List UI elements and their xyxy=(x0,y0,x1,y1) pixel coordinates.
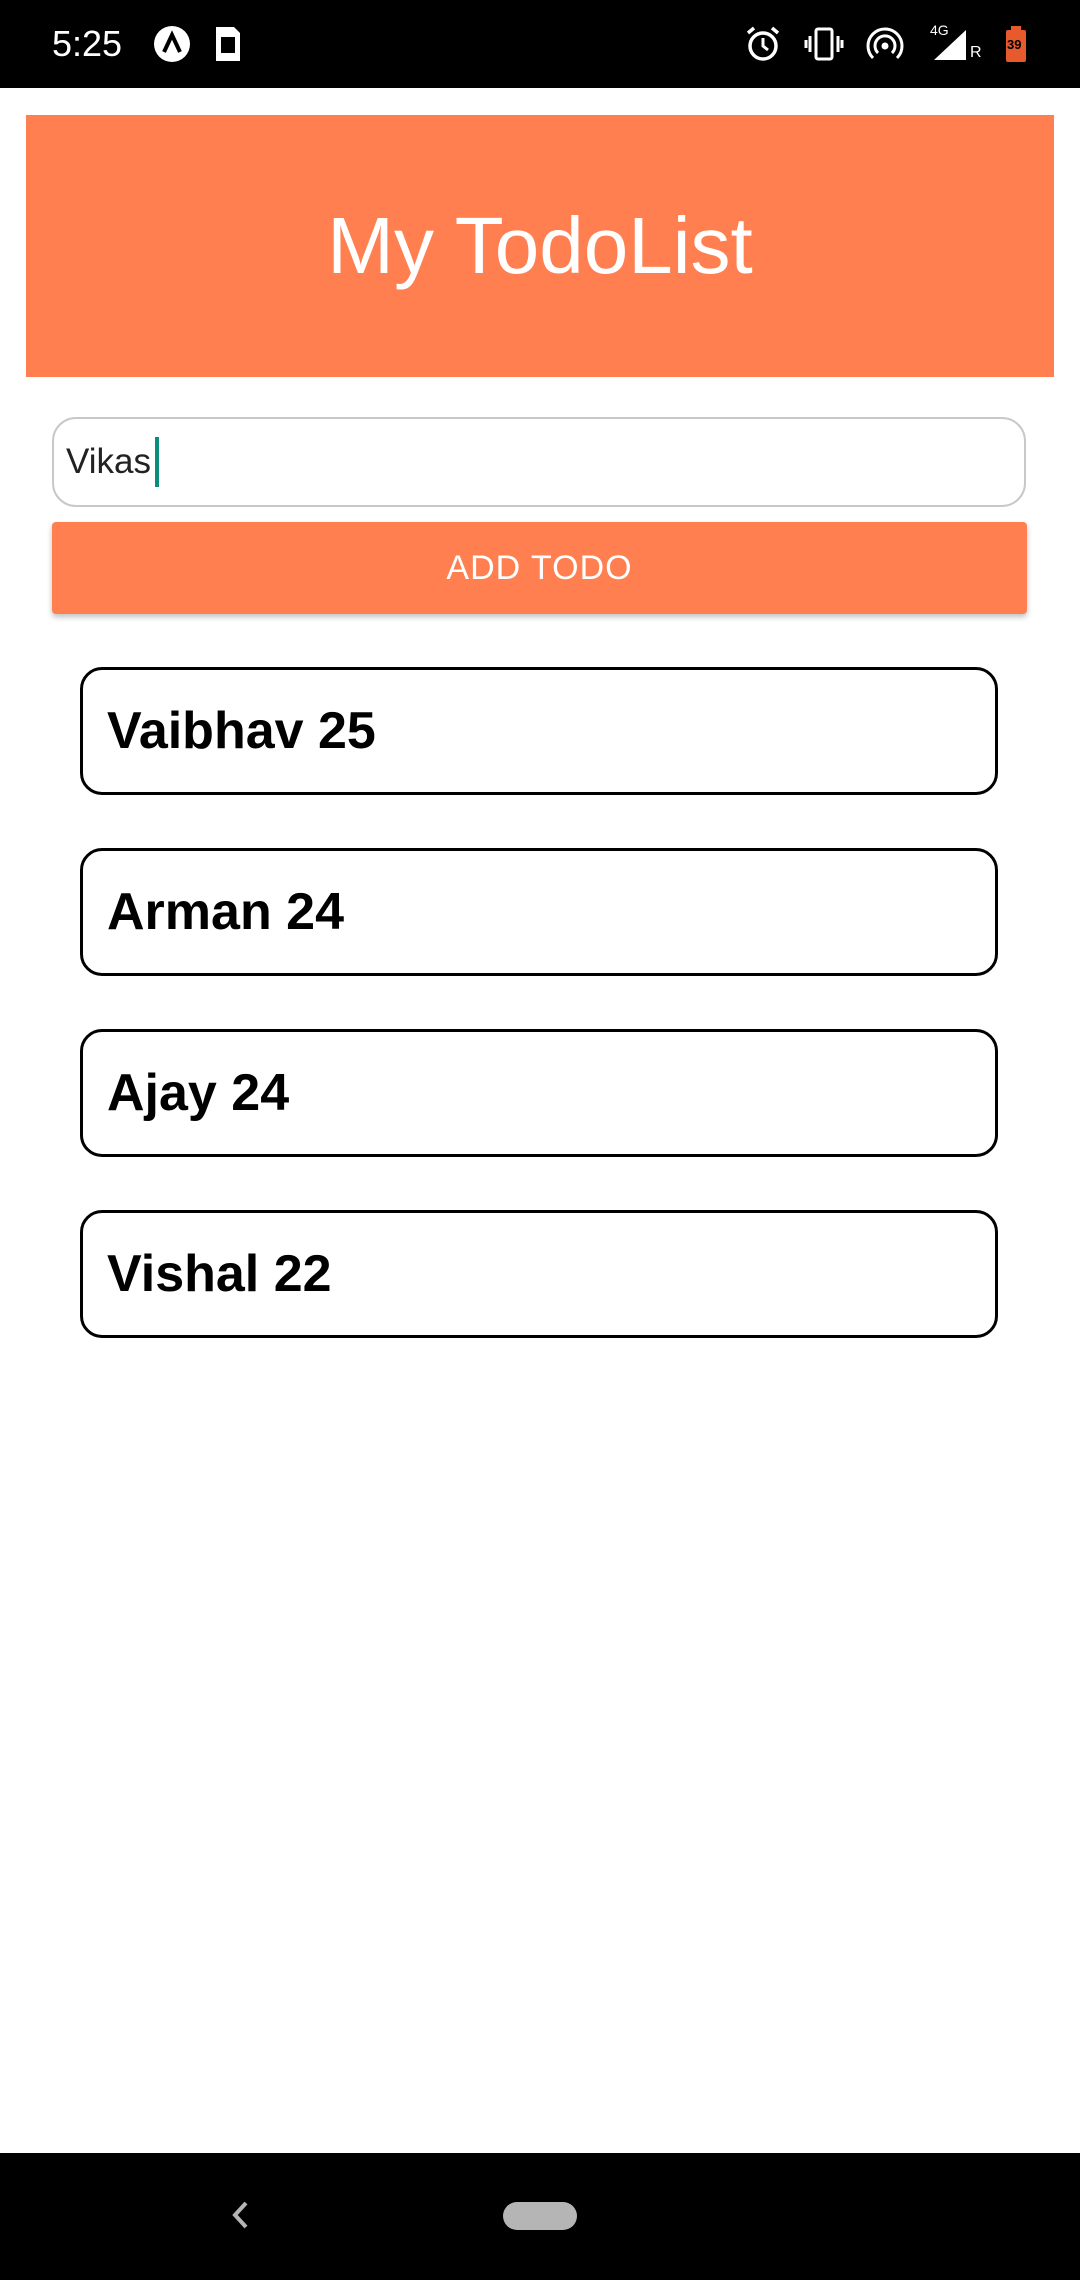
hotspot-icon xyxy=(866,25,904,63)
todo-list: Vaibhav 25 Arman 24 Ajay 24 Vishal 22 xyxy=(80,667,998,1391)
todo-input[interactable] xyxy=(52,417,1026,507)
sim-card-icon xyxy=(214,25,242,63)
header: My TodoList xyxy=(26,115,1054,377)
todo-text: Vaibhav 25 xyxy=(107,702,376,760)
app-notification-icon xyxy=(152,24,192,64)
back-icon[interactable] xyxy=(228,2197,252,2238)
vibrate-icon xyxy=(804,26,844,62)
todo-text: Ajay 24 xyxy=(107,1064,290,1122)
text-caret xyxy=(155,437,159,487)
todo-text: Arman 24 xyxy=(107,883,344,941)
todo-item[interactable]: Arman 24 xyxy=(80,848,998,976)
alarm-icon xyxy=(744,25,782,63)
status-bar: 5:25 4G R 39 xyxy=(0,0,1080,88)
page-title: My TodoList xyxy=(327,201,753,290)
todo-item[interactable]: Vaibhav 25 xyxy=(80,667,998,795)
navigation-bar xyxy=(0,2153,1080,2280)
todo-text: Vishal 22 xyxy=(107,1245,332,1303)
todo-item[interactable]: Ajay 24 xyxy=(80,1029,998,1157)
battery-icon: 39 xyxy=(1004,25,1028,63)
signal-4g-icon: 4G R xyxy=(930,22,982,61)
add-todo-button[interactable]: ADD TODO xyxy=(52,522,1027,614)
home-pill-icon[interactable] xyxy=(503,2202,577,2230)
status-time: 5:25 xyxy=(52,23,123,64)
todo-item[interactable]: Vishal 22 xyxy=(80,1210,998,1338)
